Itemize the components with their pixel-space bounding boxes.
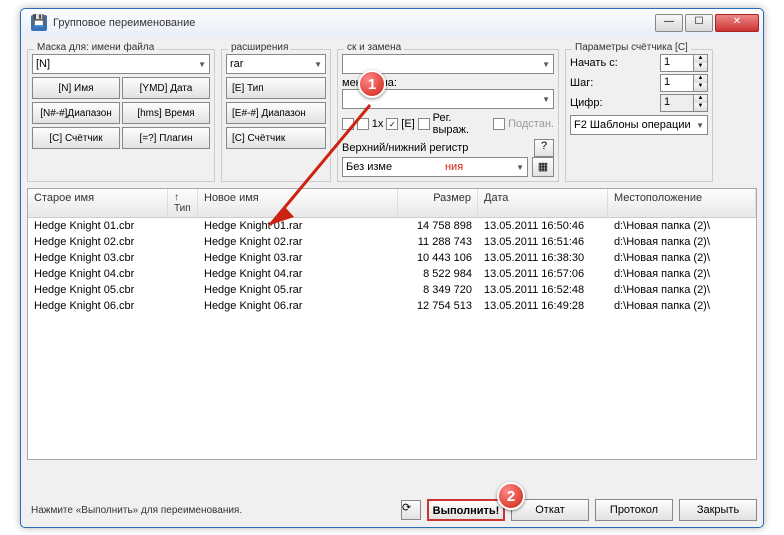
counter-step[interactable]: 1▲▼ — [660, 74, 708, 92]
col-tip[interactable]: ↑ Тип — [168, 189, 198, 217]
chk-regex[interactable] — [418, 118, 430, 130]
cell-loc: d:\Новая папка (2)\ — [608, 267, 756, 281]
ext-label: расширения — [228, 42, 291, 53]
app-icon — [31, 15, 47, 31]
cell-new: Hedge Knight 06.rar — [198, 299, 398, 313]
cell-date: 13.05.2011 16:57:06 — [478, 267, 608, 281]
cell-size: 8 522 984 — [398, 267, 478, 281]
templates-select[interactable]: F2 Шаблоны операции▼ — [570, 115, 708, 135]
mask-btn-n[interactable]: [N] Имя — [32, 77, 120, 99]
col-size[interactable]: Размер — [398, 189, 478, 217]
mask-group: Маска для: имени файла [N]▼ [N] Имя[YMD]… — [27, 49, 215, 182]
chk-sub[interactable] — [493, 118, 505, 130]
chevron-down-icon: ▼ — [198, 60, 206, 69]
counter-group: Параметры счётчика [C] Начать с:1▲▼ Шаг:… — [565, 49, 713, 182]
log-button[interactable]: Протокол — [595, 499, 673, 521]
cell-new: Hedge Knight 01.rar — [198, 219, 398, 233]
cell-loc: d:\Новая папка (2)\ — [608, 299, 756, 313]
cell-size: 8 349 720 — [398, 283, 478, 297]
chk-a[interactable] — [342, 118, 354, 130]
counter-digits[interactable]: 1▲▼ — [660, 94, 708, 112]
ext-btn-range[interactable]: [E#-#] Диапазон — [226, 102, 326, 124]
file-table: Старое имя ↑ Тип Новое имя Размер Дата М… — [27, 188, 757, 460]
settings-icon[interactable]: ▦ — [532, 157, 554, 177]
cell-loc: d:\Новая папка (2)\ — [608, 283, 756, 297]
cell-date: 13.05.2011 16:38:30 — [478, 251, 608, 265]
cell-loc: d:\Новая папка (2)\ — [608, 251, 756, 265]
cell-date: 13.05.2011 16:52:48 — [478, 283, 608, 297]
cell-size: 12 754 513 — [398, 299, 478, 313]
cell-new: Hedge Knight 02.rar — [198, 235, 398, 249]
counter-start[interactable]: 1▲▼ — [660, 54, 708, 72]
chk-e[interactable]: ✓ — [386, 118, 398, 130]
col-new[interactable]: Новое имя — [198, 189, 398, 217]
cell-old: Hedge Knight 05.cbr — [28, 283, 168, 297]
annotation-marker-2: 2 — [497, 482, 525, 510]
cell-loc: d:\Новая папка (2)\ — [608, 235, 756, 249]
table-row[interactable]: Hedge Knight 03.cbr Hedge Knight 03.rar … — [28, 250, 756, 266]
chk-1x[interactable] — [357, 118, 369, 130]
cell-new: Hedge Knight 05.rar — [198, 283, 398, 297]
footer: Нажмите «Выполнить» для переименования. … — [27, 499, 757, 521]
mask-btn-hms[interactable]: [hms] Время — [122, 102, 210, 124]
minimize-button[interactable]: — — [655, 14, 683, 32]
chevron-down-icon: ▼ — [314, 60, 322, 69]
cell-size: 14 758 898 — [398, 219, 478, 233]
cell-old: Hedge Knight 06.cbr — [28, 299, 168, 313]
table-row[interactable]: Hedge Knight 01.cbr Hedge Knight 01.rar … — [28, 218, 756, 234]
cell-new: Hedge Knight 03.rar — [198, 251, 398, 265]
cell-new: Hedge Knight 04.rar — [198, 267, 398, 281]
rename-window: Групповое переименование — ☐ ✕ Маска для… — [20, 8, 764, 528]
mask-btn-ymd[interactable]: [YMD] Дата — [122, 77, 210, 99]
case-select[interactable]: Без измения▼ — [342, 157, 528, 177]
cell-old: Hedge Knight 01.cbr — [28, 219, 168, 233]
search-group: ск и замена ▼ менить на: ▼ 1x ✓[E] Рег. … — [337, 49, 559, 182]
titlebar[interactable]: Групповое переименование — ☐ ✕ — [21, 9, 763, 37]
ext-btn-e[interactable]: [E] Тип — [226, 77, 326, 99]
case-label: Верхний/нижний регистр — [342, 142, 468, 154]
help-button[interactable]: ? — [534, 139, 554, 157]
chevron-down-icon: ▼ — [542, 95, 550, 104]
table-row[interactable]: Hedge Knight 05.cbr Hedge Knight 05.rar … — [28, 282, 756, 298]
ext-group: расширения rar▼ [E] Тип [E#-#] Диапазон … — [221, 49, 331, 182]
chevron-down-icon: ▼ — [516, 163, 524, 172]
ext-btn-counter[interactable]: [C] Счётчик — [226, 127, 326, 149]
cell-old: Hedge Knight 02.cbr — [28, 235, 168, 249]
col-date[interactable]: Дата — [478, 189, 608, 217]
mask-btn-plugin[interactable]: [=?] Плагин — [122, 127, 210, 149]
window-title: Групповое переименование — [53, 17, 655, 29]
close-dialog-button[interactable]: Закрыть — [679, 499, 757, 521]
annotation-marker-1: 1 — [358, 70, 386, 98]
ext-input[interactable]: rar▼ — [226, 54, 326, 74]
search-label: ск и замена — [344, 42, 404, 53]
result-icon[interactable]: ⟳ — [401, 500, 421, 520]
col-loc[interactable]: Местоположение — [608, 189, 756, 217]
table-header[interactable]: Старое имя ↑ Тип Новое имя Размер Дата М… — [28, 189, 756, 218]
cell-old: Hedge Knight 03.cbr — [28, 251, 168, 265]
maximize-button[interactable]: ☐ — [685, 14, 713, 32]
cell-size: 10 443 106 — [398, 251, 478, 265]
mask-label: Маска для: имени файла — [34, 42, 157, 53]
close-button[interactable]: ✕ — [715, 14, 759, 32]
cell-date: 13.05.2011 16:51:46 — [478, 235, 608, 249]
counter-label: Параметры счётчика [C] — [572, 42, 691, 53]
chevron-down-icon: ▼ — [696, 121, 704, 130]
mask-input[interactable]: [N]▼ — [32, 54, 210, 74]
table-row[interactable]: Hedge Knight 06.cbr Hedge Knight 06.rar … — [28, 298, 756, 314]
mask-btn-counter[interactable]: [C] Счётчик — [32, 127, 120, 149]
cell-size: 11 288 743 — [398, 235, 478, 249]
cell-loc: d:\Новая папка (2)\ — [608, 219, 756, 233]
execute-button[interactable]: Выполнить! — [427, 499, 505, 521]
cell-old: Hedge Knight 04.cbr — [28, 267, 168, 281]
col-old[interactable]: Старое имя — [28, 189, 168, 217]
cell-date: 13.05.2011 16:49:28 — [478, 299, 608, 313]
footer-hint: Нажмите «Выполнить» для переименования. — [27, 505, 395, 516]
chevron-down-icon: ▼ — [542, 60, 550, 69]
table-row[interactable]: Hedge Knight 02.cbr Hedge Knight 02.rar … — [28, 234, 756, 250]
cell-date: 13.05.2011 16:50:46 — [478, 219, 608, 233]
mask-btn-range[interactable]: [N#-#]Диапазон — [32, 102, 120, 124]
table-row[interactable]: Hedge Knight 04.cbr Hedge Knight 04.rar … — [28, 266, 756, 282]
